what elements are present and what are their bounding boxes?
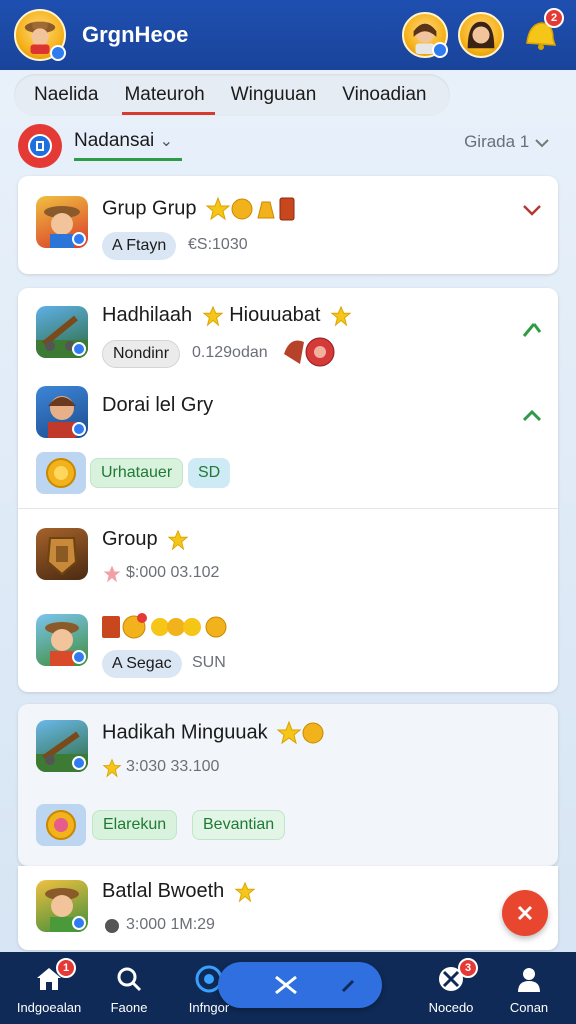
profile-avatar[interactable] [14, 9, 66, 61]
tab-mateuroh[interactable]: Mateuroh [114, 74, 216, 116]
reward-chip[interactable]: Bevantian [192, 810, 286, 840]
group-card-4[interactable]: Batlal Bwoeth 3:000 1M:29 [18, 866, 558, 950]
filter-label: Nadansai [74, 130, 155, 151]
chevron-up-icon[interactable] [520, 318, 544, 342]
nav-label: Faone [110, 1000, 148, 1015]
tab-naelida[interactable]: Naelida [24, 74, 108, 116]
shield-icon [46, 537, 78, 576]
chevron-up-icon[interactable] [520, 404, 544, 428]
filter-row: Nadansai ⌄ Girada 1 [18, 122, 558, 168]
group-name: Hadhilaah Hiouuabat [102, 304, 352, 327]
tab-vinoadian[interactable]: Vinoadian [332, 74, 436, 116]
status-chip: Nondinr [102, 340, 181, 368]
member-chip: A Segac [102, 650, 182, 678]
swords-icon [275, 975, 297, 995]
nav-badge: 1 [56, 958, 76, 978]
star-icon [167, 529, 189, 551]
reward-chip[interactable]: Elarekun [92, 810, 178, 840]
filter-icon [28, 134, 52, 158]
chevron-down-icon [535, 138, 549, 147]
nav-search[interactable]: Faone [84, 952, 174, 1024]
nav-label: Indgoealan [16, 1000, 82, 1015]
divider [18, 508, 558, 509]
nav-badge: 3 [458, 958, 478, 978]
tab-winguuan[interactable]: Winguuan [221, 74, 327, 116]
group-meta: $:000 03.102 [126, 564, 220, 581]
reward-chip[interactable]: Urhatauer [90, 458, 184, 488]
group-row-segac[interactable]: A Segac SUN [18, 592, 558, 690]
close-icon [517, 905, 533, 921]
notification-count-badge: 2 [544, 8, 564, 28]
group-meta: 0.129odan [192, 344, 268, 361]
coin-icon [46, 458, 76, 488]
group-meta: 3:030 33.100 [126, 758, 220, 775]
game-icon [36, 528, 88, 580]
group-row-group[interactable]: Group $:000 03.102 [18, 510, 558, 592]
friend-avatar-icon [467, 21, 495, 49]
reward-chip[interactable]: SD [188, 458, 231, 488]
game-icon [36, 386, 88, 438]
sort-dropdown[interactable]: Girada 1 [464, 132, 550, 152]
notifications-button[interactable]: 2 [516, 8, 564, 58]
game-icon [36, 306, 88, 358]
star-icon [103, 565, 121, 583]
chevron-down-icon: ⌄ [159, 133, 173, 150]
reward-icons [206, 196, 295, 221]
category-tabs: Naelida Mateuroh Winguuan Vinoadian [14, 74, 450, 116]
group-card-3[interactable]: Hadikah Minguuak 3:030 33.100 Elarekun B… [18, 704, 558, 866]
star-icon [202, 305, 224, 327]
group-name: Batlal Bwoeth [102, 880, 256, 903]
nav-center-action[interactable] [218, 962, 382, 1008]
group-name: Group [102, 528, 189, 551]
reward-icons [102, 613, 227, 639]
reward-icons [277, 720, 324, 745]
coin-tile [36, 804, 86, 846]
nav-label: Nocedo [428, 1000, 474, 1015]
group-meta: 3:000 1M:29 [126, 916, 215, 933]
coin-tile [36, 452, 86, 494]
group-card-2: Hadhilaah Hiouuabat Nondinr 0.129odan Do… [18, 288, 558, 692]
nav-home[interactable]: 1 Indgoealan [4, 952, 94, 1024]
nav-profile[interactable]: Conan [484, 952, 574, 1024]
group-name: Hadikah Minguuak [102, 720, 325, 746]
nav-battle[interactable]: 3 Nocedo [406, 952, 496, 1024]
user-icon [518, 968, 540, 992]
group-name: Grup Grup [102, 196, 296, 222]
member-chip: A Ftayn [102, 232, 177, 260]
group-name: Dorai lel Gry [102, 394, 214, 416]
filter-button[interactable] [18, 124, 62, 168]
medal-icon [46, 810, 76, 840]
shield-small-icon [105, 919, 119, 933]
filter-dropdown[interactable]: Nadansai ⌄ [74, 130, 182, 161]
app-title: GrgnHeoe [82, 22, 189, 47]
friend-avatar-2[interactable] [458, 12, 504, 58]
game-icon [36, 614, 88, 666]
group-meta: €S:1030 [188, 236, 248, 253]
game-icon [36, 880, 88, 932]
game-icon [36, 720, 88, 772]
star-icon [102, 758, 122, 778]
group-meta: SUN [192, 654, 226, 671]
pencil-icon [341, 979, 355, 993]
sort-label: Girada 1 [464, 132, 530, 151]
nav-label: Conan [509, 1000, 549, 1015]
friend-avatar-1[interactable] [402, 12, 448, 58]
star-icon [330, 305, 352, 327]
chevron-down-icon[interactable] [520, 198, 544, 222]
avatar-badge-icon [50, 45, 66, 61]
star-icon [234, 881, 256, 903]
game-icon [36, 196, 88, 248]
reward-icons [284, 337, 335, 367]
group-row-dorai[interactable]: Dorai lel Gry Urhatauer SD [18, 380, 558, 508]
friend-badge-icon [432, 42, 448, 58]
search-icon [117, 967, 142, 992]
close-fab-button[interactable] [502, 890, 548, 936]
bottom-navigation: 1 Indgoealan Faone Infngor 3 Nocedo Cona… [0, 952, 576, 1024]
app-header: GrgnHeoe 2 [0, 0, 576, 70]
group-row-hadhilaah[interactable]: Hadhilaah Hiouuabat Nondinr 0.129odan [18, 288, 558, 380]
group-card-1[interactable]: Grup Grup A Ftayn €S:1030 [18, 176, 558, 274]
